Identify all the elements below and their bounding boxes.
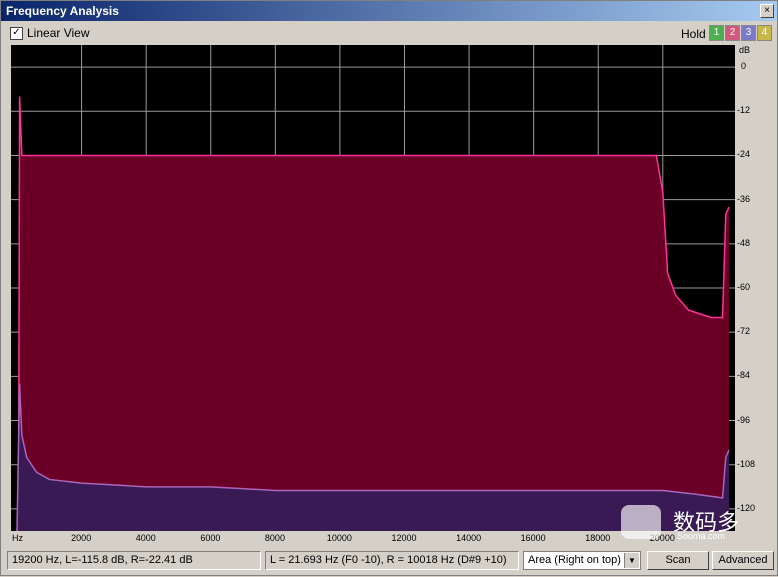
db-tick-label: 0: [741, 61, 747, 72]
status-bar: 19200 Hz, L=-115.8 dB, R=-22.41 dB L = 2…: [1, 547, 777, 577]
hz-tick-label: 8000: [264, 533, 285, 543]
view-mode-value: Area (Right on top): [528, 554, 621, 566]
db-tick-label: -24: [737, 149, 751, 160]
hz-tick-label: 12000: [391, 533, 417, 543]
spectrum-plot[interactable]: [11, 45, 735, 531]
hz-tick-label: 14000: [456, 533, 482, 543]
hz-tick-label: 18000: [585, 533, 611, 543]
spectrum-chart: [11, 45, 735, 531]
hz-tick-label: 16000: [520, 533, 546, 543]
watermark-sub: Sooma.com: [677, 531, 726, 541]
series-area-0: [17, 96, 729, 531]
hz-tick-label: 6000: [200, 533, 221, 543]
db-axis: dB 0 -12 -24 -36 -48 -60 -72 -84 -96 -108 -120: [735, 45, 777, 531]
hz-tick-label: 2000: [71, 533, 92, 543]
chevron-down-icon[interactable]: ▼: [624, 553, 639, 568]
hz-tick-label: 4000: [135, 533, 156, 543]
db-tick-label: -72: [737, 326, 751, 337]
linear-view-label: Linear View: [27, 26, 90, 40]
hz-tick-label: 10000: [326, 533, 352, 543]
toolbar: ✓ Linear View Hold: [1, 22, 777, 44]
peak-readout: L = 21.693 Hz (F0 -10), R = 10018 Hz (D#…: [265, 551, 519, 570]
db-tick-label: -108: [737, 458, 756, 469]
db-tick-label: -96: [737, 414, 751, 425]
frequency-analysis-window: Frequency Analysis × ✓ Linear View Hold …: [0, 0, 778, 576]
hold-button-3[interactable]: 3: [741, 25, 756, 41]
close-button[interactable]: ×: [760, 4, 774, 18]
window-title: Frequency Analysis: [6, 4, 119, 18]
db-tick-label: -12: [737, 105, 751, 116]
hold-label: Hold: [681, 27, 706, 41]
linear-view-checkbox[interactable]: ✓: [10, 27, 23, 40]
title-bar[interactable]: Frequency Analysis ×: [1, 1, 777, 21]
db-tick-label: -48: [737, 237, 751, 248]
hold-button-2[interactable]: 2: [725, 25, 740, 41]
watermark-logo-icon: [621, 505, 661, 539]
view-mode-select[interactable]: Area (Right on top) ▼: [523, 551, 641, 570]
db-tick-label: -60: [737, 282, 751, 292]
watermark: 数码多 Sooma.com: [621, 503, 771, 543]
hz-axis-unit: Hz: [12, 533, 23, 543]
scan-button[interactable]: Scan: [647, 551, 709, 570]
db-tick-label: -36: [737, 193, 751, 204]
cursor-readout: 19200 Hz, L=-115.8 dB, R=-22.41 dB: [7, 551, 261, 570]
hold-button-4[interactable]: 4: [757, 25, 772, 41]
hold-button-1[interactable]: 1: [709, 25, 724, 41]
advanced-button[interactable]: Advanced: [712, 551, 774, 570]
db-axis-unit: dB: [739, 45, 751, 55]
db-tick-label: -84: [737, 370, 751, 381]
